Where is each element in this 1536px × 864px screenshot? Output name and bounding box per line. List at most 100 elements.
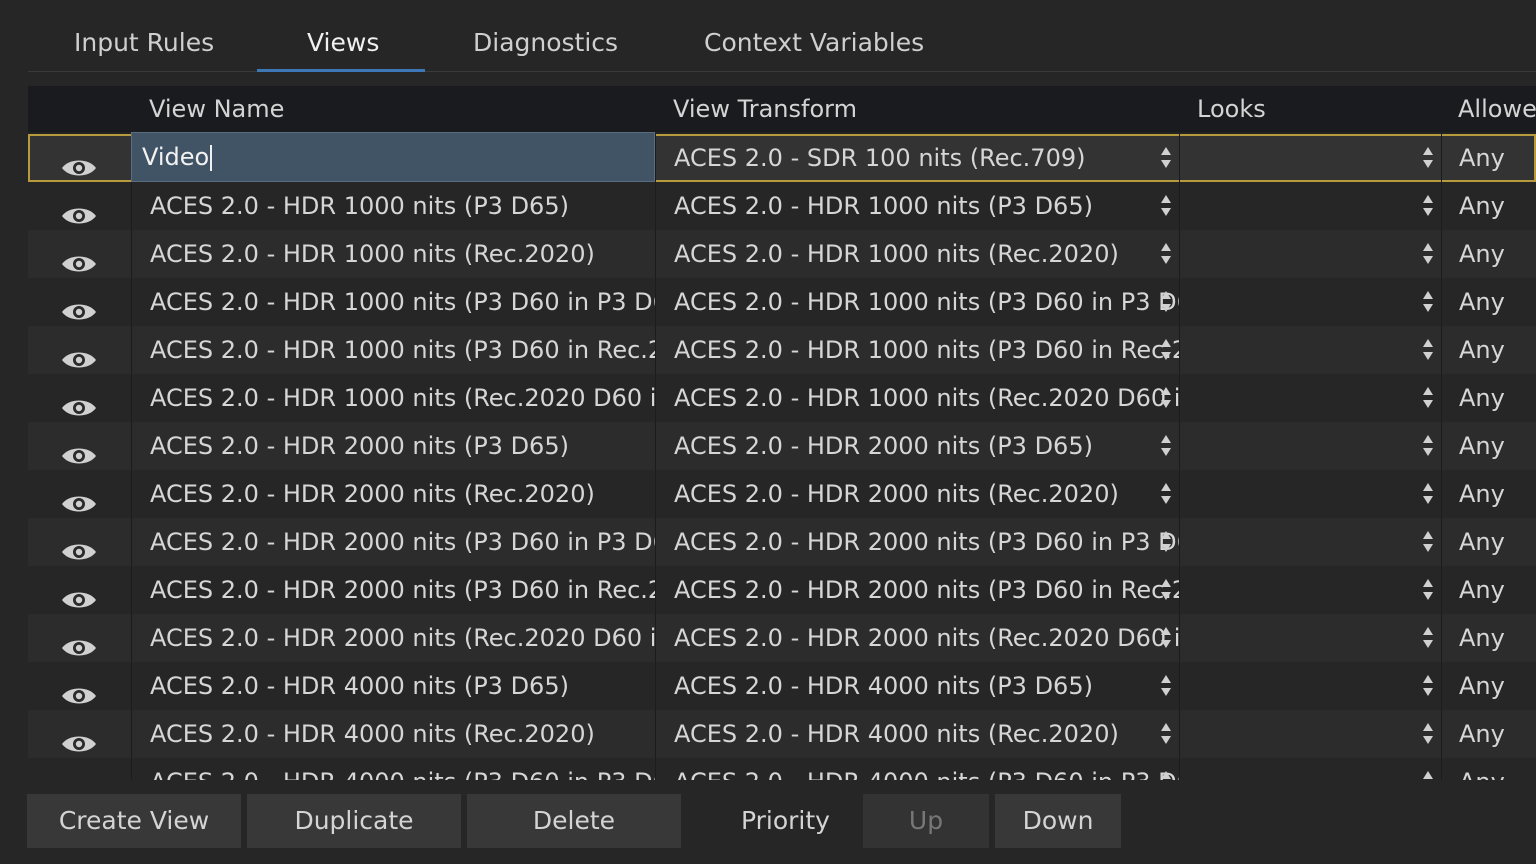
table-row[interactable]: ACES 2.0 - HDR 2000 nits (P3 D60 in Rec.… <box>28 566 1536 614</box>
view-name-cell[interactable]: ACES 2.0 - HDR 1000 nits (P3 D60 in Rec.… <box>131 326 655 374</box>
allowed-cell[interactable]: Any <box>1441 326 1536 374</box>
view-name-cell[interactable]: ACES 2.0 - HDR 2000 nits (P3 D65) <box>131 422 655 470</box>
spinner-arrows-icon[interactable] <box>1421 530 1435 554</box>
spinner-arrows-icon[interactable] <box>1421 578 1435 602</box>
eye-icon[interactable] <box>61 675 97 704</box>
allowed-cell[interactable]: Any <box>1441 758 1536 780</box>
view-name-cell[interactable]: ACES 2.0 - HDR 4000 nits (Rec.2020) <box>131 710 655 758</box>
eye-icon[interactable] <box>61 579 97 608</box>
table-row[interactable]: ACES 2.0 - HDR 2000 nits (P3 D65) ACES 2.… <box>28 422 1536 470</box>
looks-select[interactable] <box>1179 662 1441 710</box>
looks-select[interactable] <box>1179 614 1441 662</box>
view-transform-select[interactable]: ACES 2.0 - HDR 2000 nits (P3 D60 in P3 D… <box>655 518 1179 566</box>
eye-icon[interactable] <box>61 627 97 656</box>
eye-icon[interactable] <box>61 531 97 560</box>
view-name-cell[interactable]: ACES 2.0 - HDR 4000 nits (P3 D65) <box>131 662 655 710</box>
looks-select[interactable] <box>1179 518 1441 566</box>
allowed-cell[interactable]: Any <box>1441 182 1536 230</box>
spinner-arrows-icon[interactable] <box>1159 722 1173 746</box>
table-row[interactable]: Video ACES 2.0 - SDR 100 nits (Rec.709) An… <box>28 132 1536 182</box>
eye-icon[interactable] <box>61 723 97 752</box>
eye-icon[interactable] <box>61 291 97 320</box>
spinner-arrows-icon[interactable] <box>1159 338 1173 362</box>
allowed-cell[interactable]: Any <box>1441 278 1536 326</box>
spinner-arrows-icon[interactable] <box>1159 626 1173 650</box>
allowed-cell[interactable]: Any <box>1441 566 1536 614</box>
eye-icon[interactable] <box>61 387 97 416</box>
spinner-arrows-icon[interactable] <box>1159 770 1173 780</box>
view-transform-select[interactable]: ACES 2.0 - HDR 1000 nits (P3 D60 in Rec.… <box>655 326 1179 374</box>
spinner-arrows-icon[interactable] <box>1421 338 1435 362</box>
view-transform-select[interactable]: ACES 2.0 - HDR 1000 nits (P3 D60 in P3 D… <box>655 278 1179 326</box>
view-transform-select[interactable]: ACES 2.0 - HDR 1000 nits (Rec.2020 D60 i… <box>655 374 1179 422</box>
view-transform-select[interactable]: ACES 2.0 - SDR 100 nits (Rec.709) <box>655 134 1179 182</box>
tab-context-variables[interactable]: Context Variables <box>704 28 924 57</box>
looks-select[interactable] <box>1179 134 1441 182</box>
header-allowed[interactable]: Allowe <box>1458 95 1536 123</box>
looks-select[interactable] <box>1179 758 1441 780</box>
allowed-cell[interactable]: Any <box>1441 422 1536 470</box>
view-transform-select[interactable]: ACES 2.0 - HDR 2000 nits (P3 D65) <box>655 422 1179 470</box>
eye-icon[interactable] <box>61 483 97 512</box>
spinner-arrows-icon[interactable] <box>1421 482 1435 506</box>
view-transform-select[interactable]: ACES 2.0 - HDR 2000 nits (P3 D60 in Rec.… <box>655 566 1179 614</box>
table-row[interactable]: ACES 2.0 - HDR 1000 nits (P3 D65) ACES 2.… <box>28 182 1536 230</box>
header-view-transform[interactable]: View Transform <box>673 95 857 123</box>
spinner-arrows-icon[interactable] <box>1159 194 1173 218</box>
allowed-cell[interactable]: Any <box>1441 230 1536 278</box>
table-row[interactable]: ACES 2.0 - HDR 2000 nits (Rec.2020) ACES … <box>28 470 1536 518</box>
table-row[interactable]: ACES 2.0 - HDR 1000 nits (P3 D60 in P3 D… <box>28 278 1536 326</box>
spinner-arrows-icon[interactable] <box>1159 146 1173 170</box>
priority-down-button[interactable]: Down <box>995 794 1121 848</box>
view-name-cell[interactable]: ACES 2.0 - HDR 1000 nits (P3 D65) <box>131 182 655 230</box>
eye-icon[interactable] <box>61 771 97 780</box>
spinner-arrows-icon[interactable] <box>1159 290 1173 314</box>
allowed-cell[interactable]: Any <box>1441 662 1536 710</box>
looks-select[interactable] <box>1179 374 1441 422</box>
spinner-arrows-icon[interactable] <box>1159 434 1173 458</box>
spinner-arrows-icon[interactable] <box>1159 674 1173 698</box>
spinner-arrows-icon[interactable] <box>1421 242 1435 266</box>
table-row[interactable]: ACES 2.0 - HDR 1000 nits (Rec.2020 D60 i… <box>28 374 1536 422</box>
duplicate-button[interactable]: Duplicate <box>247 794 461 848</box>
looks-select[interactable] <box>1179 422 1441 470</box>
view-name-cell[interactable]: ACES 2.0 - HDR 1000 nits (Rec.2020 D60 i… <box>131 374 655 422</box>
spinner-arrows-icon[interactable] <box>1421 626 1435 650</box>
table-row[interactable]: ACES 2.0 - HDR 2000 nits (P3 D60 in P3 D… <box>28 518 1536 566</box>
create-view-button[interactable]: Create View <box>27 794 241 848</box>
view-transform-select[interactable]: ACES 2.0 - HDR 1000 nits (Rec.2020) <box>655 230 1179 278</box>
eye-icon[interactable] <box>61 339 97 368</box>
view-transform-select[interactable]: ACES 2.0 - HDR 4000 nits (P3 D60 in P3 D… <box>655 758 1179 780</box>
view-name-cell[interactable]: ACES 2.0 - HDR 2000 nits (P3 D60 in Rec.… <box>131 566 655 614</box>
looks-select[interactable] <box>1179 278 1441 326</box>
allowed-cell[interactable]: Any <box>1441 518 1536 566</box>
view-transform-select[interactable]: ACES 2.0 - HDR 1000 nits (P3 D65) <box>655 182 1179 230</box>
table-row[interactable]: ACES 2.0 - HDR 4000 nits (Rec.2020) ACES … <box>28 710 1536 758</box>
view-name-cell[interactable]: ACES 2.0 - HDR 2000 nits (P3 D60 in P3 D… <box>131 518 655 566</box>
looks-select[interactable] <box>1179 326 1441 374</box>
view-transform-select[interactable]: ACES 2.0 - HDR 4000 nits (Rec.2020) <box>655 710 1179 758</box>
spinner-arrows-icon[interactable] <box>1159 482 1173 506</box>
spinner-arrows-icon[interactable] <box>1421 770 1435 780</box>
priority-up-button[interactable]: Up <box>863 794 989 848</box>
eye-icon[interactable] <box>61 195 97 224</box>
allowed-cell[interactable]: Any <box>1441 614 1536 662</box>
allowed-cell[interactable]: Any <box>1441 710 1536 758</box>
view-name-cell[interactable]: ACES 2.0 - HDR 4000 nits (P3 D60 in P3 D… <box>131 758 655 780</box>
spinner-arrows-icon[interactable] <box>1159 530 1173 554</box>
spinner-arrows-icon[interactable] <box>1421 674 1435 698</box>
view-name-edit-field[interactable]: Video <box>131 132 655 182</box>
eye-icon[interactable] <box>61 435 97 464</box>
spinner-arrows-icon[interactable] <box>1159 578 1173 602</box>
view-name-cell[interactable]: ACES 2.0 - HDR 1000 nits (Rec.2020) <box>131 230 655 278</box>
tab-input-rules[interactable]: Input Rules <box>74 28 214 57</box>
view-transform-select[interactable]: ACES 2.0 - HDR 2000 nits (Rec.2020 D60 i… <box>655 614 1179 662</box>
spinner-arrows-icon[interactable] <box>1159 242 1173 266</box>
spinner-arrows-icon[interactable] <box>1159 386 1173 410</box>
spinner-arrows-icon[interactable] <box>1421 194 1435 218</box>
header-view-name[interactable]: View Name <box>149 95 284 123</box>
allowed-cell[interactable]: Any <box>1441 374 1536 422</box>
looks-select[interactable] <box>1179 182 1441 230</box>
spinner-arrows-icon[interactable] <box>1421 434 1435 458</box>
looks-select[interactable] <box>1179 230 1441 278</box>
